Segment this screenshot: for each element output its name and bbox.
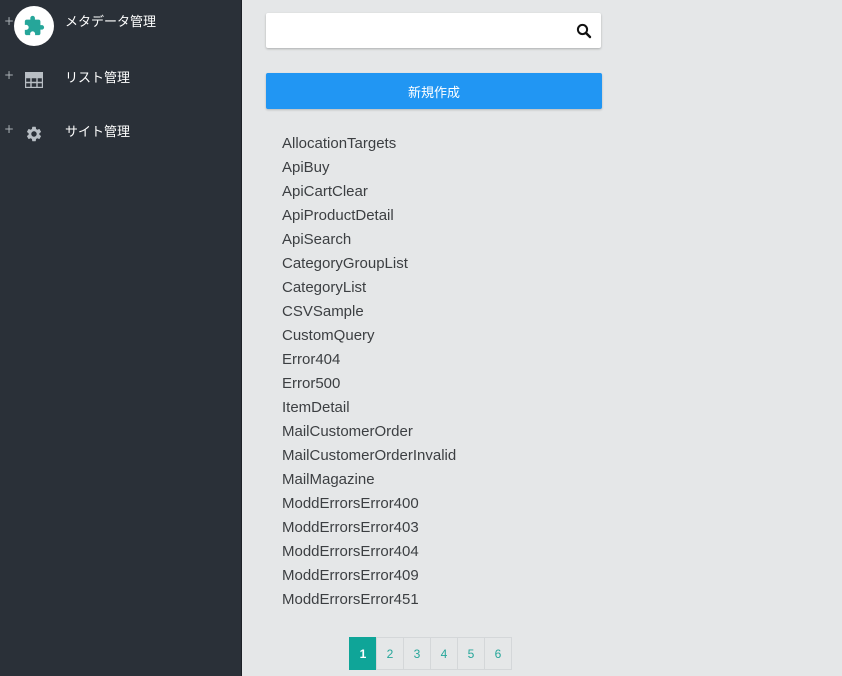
sidebar-item-label: メタデータ管理 (65, 15, 157, 30)
list-item[interactable]: ApiSearch (282, 228, 456, 252)
puzzle-icon (14, 6, 54, 46)
search-bar (266, 13, 601, 48)
list-item[interactable]: ModdErrorsError404 (282, 540, 456, 564)
list-item[interactable]: Error404 (282, 348, 456, 372)
sidebar-item-site[interactable]: + サイト管理 (0, 111, 242, 155)
list-item[interactable]: ApiCartClear (282, 180, 456, 204)
page-button-6[interactable]: 6 (484, 637, 512, 670)
list-item[interactable]: ModdErrorsError451 (282, 588, 456, 612)
sidebar-item-label: リスト管理 (65, 71, 131, 86)
create-new-button[interactable]: 新規作成 (266, 73, 602, 109)
metadata-list: AllocationTargets ApiBuy ApiCartClear Ap… (282, 132, 456, 612)
list-item[interactable]: ApiBuy (282, 156, 456, 180)
sidebar-item-label: サイト管理 (65, 125, 131, 140)
gear-icon (14, 114, 54, 154)
list-item[interactable]: CSVSample (282, 300, 456, 324)
sidebar: + メタデータ管理 + リスト管理 + サイト管理 (0, 0, 242, 676)
search-input[interactable] (266, 13, 566, 48)
pagination: 1 2 3 4 5 6 (349, 637, 512, 670)
list-item[interactable]: AllocationTargets (282, 132, 456, 156)
table-icon (14, 60, 54, 100)
list-item[interactable]: CategoryGroupList (282, 252, 456, 276)
expand-icon[interactable]: + (4, 69, 14, 81)
expand-icon[interactable]: + (4, 123, 14, 135)
sidebar-item-metadata[interactable]: + メタデータ管理 (0, 3, 242, 47)
main-content: 新規作成 AllocationTargets ApiBuy ApiCartCle… (242, 0, 842, 676)
list-item[interactable]: ModdErrorsError400 (282, 492, 456, 516)
list-item[interactable]: ModdErrorsError403 (282, 516, 456, 540)
list-item[interactable]: ModdErrorsError409 (282, 564, 456, 588)
search-icon[interactable] (575, 22, 593, 40)
list-item[interactable]: CategoryList (282, 276, 456, 300)
list-item[interactable]: MailMagazine (282, 468, 456, 492)
page-button-2[interactable]: 2 (376, 637, 404, 670)
list-item[interactable]: ItemDetail (282, 396, 456, 420)
page-button-5[interactable]: 5 (457, 637, 485, 670)
page-button-3[interactable]: 3 (403, 637, 431, 670)
list-item[interactable]: MailCustomerOrderInvalid (282, 444, 456, 468)
expand-icon[interactable]: + (4, 15, 14, 27)
list-item[interactable]: CustomQuery (282, 324, 456, 348)
page-button-1[interactable]: 1 (349, 637, 377, 670)
list-item[interactable]: Error500 (282, 372, 456, 396)
sidebar-item-lists[interactable]: + リスト管理 (0, 57, 242, 101)
list-item[interactable]: MailCustomerOrder (282, 420, 456, 444)
page-button-4[interactable]: 4 (430, 637, 458, 670)
list-item[interactable]: ApiProductDetail (282, 204, 456, 228)
